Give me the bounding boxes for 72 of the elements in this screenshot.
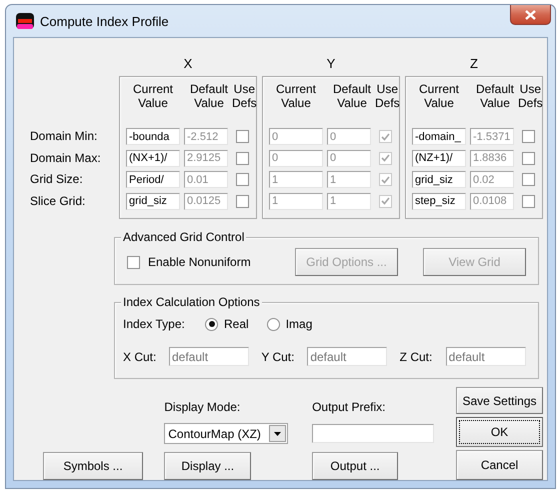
row-label: Domain Min: [30,128,98,145]
cut-field[interactable]: default [307,347,388,366]
group-title: Index Calculation Options [121,295,262,309]
use-defaults-checkbox[interactable] [522,194,535,208]
column-header: Default Value [332,82,371,110]
app-icon [16,13,34,29]
default-value-field[interactable]: 0.02 [470,171,514,188]
window-title: Compute Index Profile [40,14,169,28]
output-button[interactable]: Output ... [312,452,398,480]
use-defaults-checkbox[interactable] [236,173,249,186]
group-title: Advanced Grid Control [121,230,246,244]
column-header: Default Value [476,82,514,110]
use-defaults-checkbox[interactable] [236,194,249,208]
nonuniform-checkbox[interactable] [127,256,140,268]
index-type-label: Index Type: [123,317,186,331]
cut-label: Z Cut: [400,350,434,364]
display-mode-dropdown[interactable]: ContourMap (XZ) [164,423,288,444]
current-value-field[interactable]: step_siz [412,192,466,210]
default-value-field[interactable]: -1.5371 [470,128,514,146]
symbols-button[interactable]: Symbols ... [43,452,143,480]
cut-label: X Cut: [123,350,158,364]
current-value-field[interactable]: Period/ [126,171,180,188]
output-prefix-label: Output Prefix: [312,400,386,414]
column-header: Current Value [132,82,173,110]
close-icon [525,10,536,20]
current-value-field[interactable]: grid_siz [126,192,180,210]
axis-label: Y [326,56,336,73]
cut-field[interactable]: default [169,347,249,366]
default-value-field[interactable]: 2.9125 [184,150,228,167]
default-value-field[interactable]: 1.8836 [470,150,514,167]
axis-label: X [184,56,192,73]
current-value-field[interactable]: -bounda [126,128,180,146]
ok-button[interactable]: OK [456,417,543,447]
use-defaults-checkbox[interactable] [522,173,535,186]
row-label: Grid Size: [30,171,84,188]
column-header: Use Defs [518,82,543,110]
output-prefix-field[interactable] [312,424,434,443]
cancel-button[interactable]: Cancel [456,450,543,480]
use-defaults-checkbox[interactable] [522,130,535,144]
axis-label: Z [470,56,478,73]
save-settings-button[interactable]: Save Settings [456,387,543,414]
cut-field[interactable]: default [446,347,526,366]
row-label: Domain Max: [30,150,102,166]
radio-dot-icon [208,321,214,327]
current-value-field[interactable]: (NZ+1)/ [412,150,466,167]
current-value-field[interactable]: (NX+1)/ [126,150,180,167]
close-button[interactable] [510,5,551,25]
use-defaults-checkbox[interactable] [236,152,249,165]
column-header: Current Value [418,82,459,110]
default-value-field[interactable]: 0.01 [184,171,228,188]
default-value-field[interactable]: 0.0108 [470,192,514,210]
radio-button[interactable] [266,318,280,330]
column-header: Use Defs [375,82,400,110]
caret-icon [274,432,282,436]
use-defaults-checkbox[interactable] [522,152,535,165]
radio-button[interactable] [205,318,218,330]
cut-label: Y Cut: [261,350,296,364]
display-mode-label: Display Mode: [164,400,242,414]
current-value-field[interactable]: grid_siz [412,171,466,188]
column-header: Use Defs [232,82,257,110]
use-defaults-checkbox[interactable] [236,130,249,144]
default-value-field[interactable]: -2.512 [184,128,228,146]
current-value-field[interactable]: -domain_ [412,128,466,146]
radio-label: Imag [286,317,312,331]
checkbox-label: Enable Nonuniform [148,255,251,269]
radio-label: Real [224,317,249,331]
column-header: Default Value [190,82,228,110]
row-label: Slice Grid: [30,192,86,210]
default-value-field[interactable]: 0.0125 [184,192,228,210]
display-button[interactable]: Display ... [164,452,252,480]
dropdown-value: ContourMap (XZ) [168,426,261,440]
column-header: Current Value [276,82,316,110]
